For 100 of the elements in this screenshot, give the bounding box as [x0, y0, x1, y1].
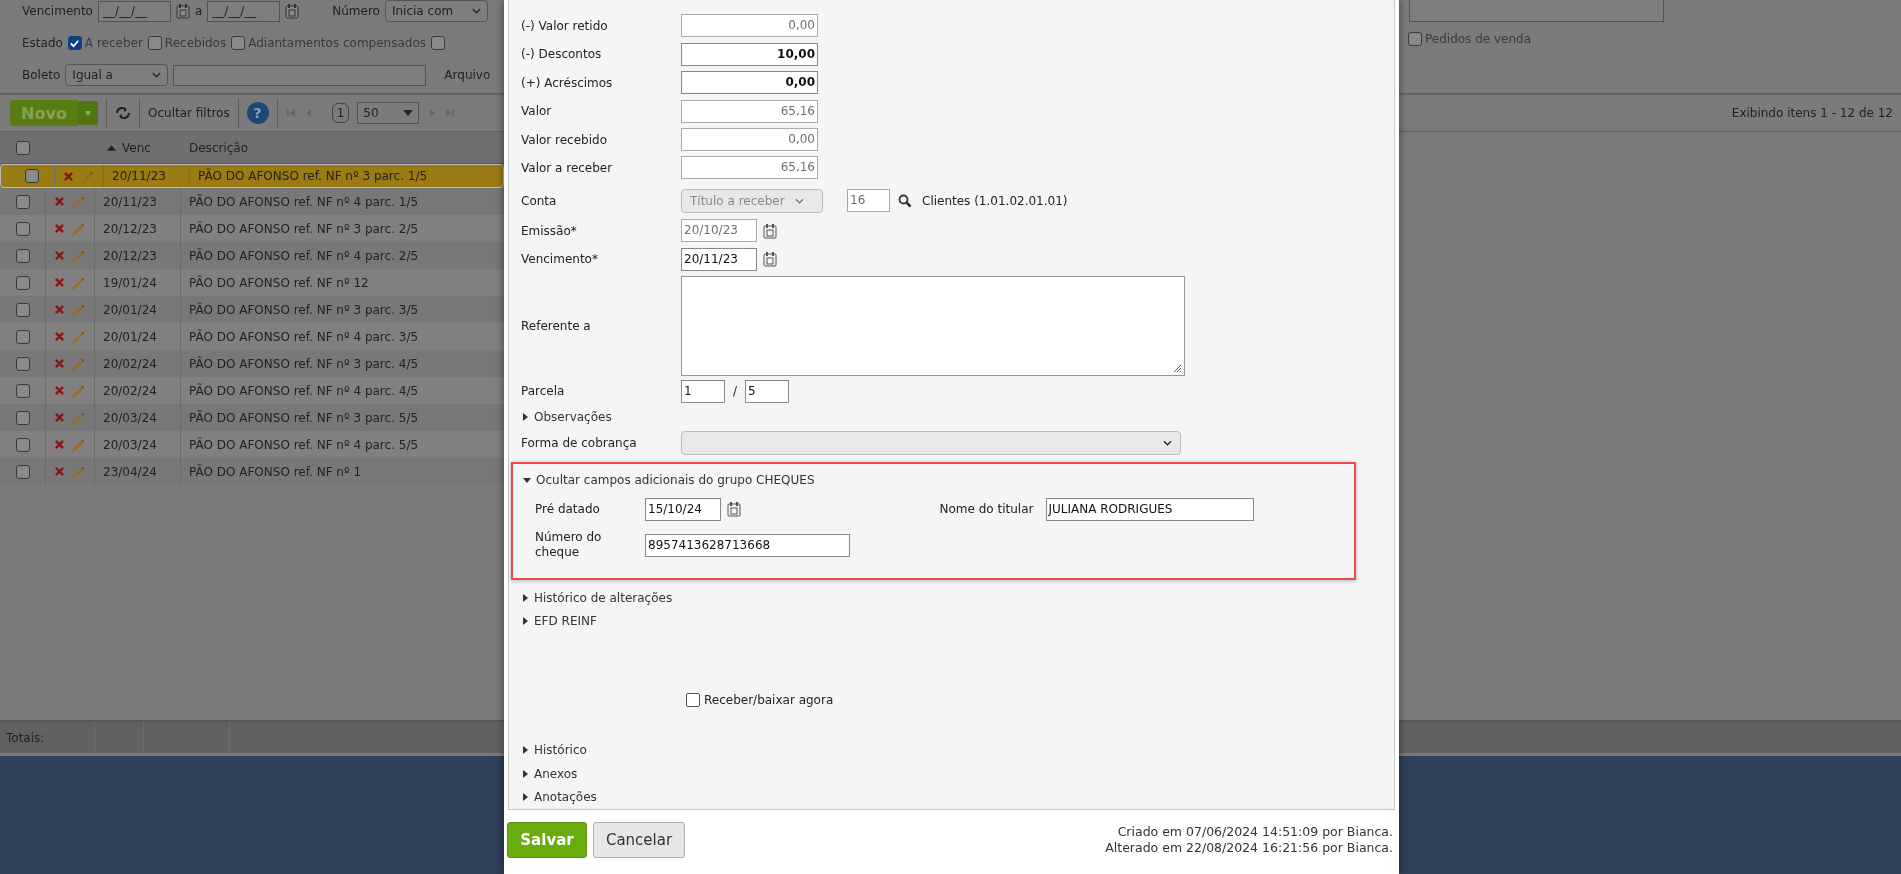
checkbox-label[interactable]: Receber/baixar agora	[704, 692, 834, 707]
collapse-arrow-icon[interactable]	[523, 476, 531, 485]
table-row[interactable]: 20/01/24 PÃO DO AFONSO ref. NF nº 4 parc. 3/5	[0, 323, 504, 350]
date-field[interactable]: __/__/__	[207, 0, 281, 22]
delete-icon[interactable]	[55, 278, 64, 287]
delete-icon[interactable]	[55, 467, 64, 476]
section-toggle[interactable]: Histórico	[534, 743, 587, 758]
checkbox[interactable]	[67, 36, 82, 50]
delete-icon[interactable]	[55, 197, 64, 206]
calendar-icon[interactable]	[175, 3, 190, 19]
checkbox[interactable]	[15, 302, 30, 317]
expand-arrow-icon[interactable]	[521, 746, 529, 755]
date-field[interactable]: 20/10/23	[681, 219, 757, 243]
table-row[interactable]: 19/01/24 PÃO DO AFONSO ref. NF nº 12	[0, 269, 504, 296]
checkbox[interactable]	[15, 356, 30, 371]
expand-arrow-icon[interactable]	[521, 769, 529, 778]
amount-field[interactable]: 0,00	[681, 128, 818, 151]
expand-arrow-icon[interactable]	[521, 793, 529, 802]
checkbox[interactable]	[15, 329, 30, 344]
text-field[interactable]	[173, 64, 427, 86]
help-button[interactable]: ?	[246, 102, 269, 124]
field-label: Emissão*	[521, 223, 578, 238]
cheque-number-field[interactable]: 8957413628713668	[645, 533, 850, 557]
calendar-icon[interactable]	[763, 222, 777, 239]
resize-grip-icon[interactable]	[1172, 363, 1182, 374]
save-button[interactable]: Salvar	[507, 822, 587, 858]
amount-field[interactable]: 0,00	[681, 71, 818, 95]
date-field[interactable]: 15/10/24	[645, 497, 721, 521]
checkbox[interactable]	[231, 36, 246, 50]
checkbox[interactable]	[147, 36, 162, 50]
page-size-select[interactable]: 50	[357, 102, 420, 124]
delete-icon[interactable]	[55, 305, 64, 314]
table-cell: 20/11/23	[103, 194, 157, 209]
section-toggle[interactable]: Ocultar campos adicionais do grupo CHEQUES	[536, 473, 815, 488]
section-toggle[interactable]: Anotações	[534, 790, 597, 805]
checkbox[interactable]	[15, 410, 30, 425]
table-row[interactable]: 20/03/24 PÃO DO AFONSO ref. NF nº 4 parc. 5/5	[0, 431, 504, 458]
delete-icon[interactable]	[55, 413, 64, 422]
checkbox[interactable]	[431, 36, 445, 50]
refresh-icon[interactable]	[115, 106, 131, 120]
column-header[interactable]: Descrição	[189, 140, 249, 155]
match-select[interactable]: Igual a	[65, 64, 169, 86]
checkbox[interactable]	[15, 248, 30, 263]
checkbox-label[interactable]: Pedidos de venda	[1425, 32, 1532, 46]
expand-arrow-icon[interactable]	[521, 593, 529, 602]
holder-name-field[interactable]: JULIANA RODRIGUES	[1045, 497, 1254, 521]
amount-field[interactable]: 65,16	[681, 156, 818, 180]
checkbox[interactable]	[15, 383, 30, 398]
search-icon[interactable]	[898, 193, 912, 208]
calendar-icon[interactable]	[285, 3, 300, 19]
checkbox[interactable]	[15, 437, 30, 452]
section-toggle[interactable]: Observações	[534, 410, 612, 425]
dropdown-caret-icon[interactable]	[78, 101, 98, 125]
checkbox-label[interactable]: A receber	[84, 36, 143, 50]
checkbox[interactable]	[686, 692, 700, 707]
date-field[interactable]: __/__/__	[97, 0, 171, 22]
match-select[interactable]: Inicia com	[384, 0, 488, 22]
delete-icon[interactable]	[64, 171, 73, 181]
column-header[interactable]: Venc	[122, 140, 151, 155]
cancel-button[interactable]: Cancelar	[593, 822, 685, 858]
page-number[interactable]: 1	[331, 103, 350, 123]
section-toggle[interactable]: EFD REINF	[534, 614, 597, 629]
amount-field[interactable]: 10,00	[681, 42, 818, 66]
installment-total-field[interactable]: 5	[745, 379, 790, 403]
amount-field[interactable]: 0,00	[681, 14, 818, 38]
checkbox-label[interactable]: Adiantamentos compensados	[248, 36, 426, 50]
checkbox[interactable]	[15, 275, 30, 290]
delete-icon[interactable]	[55, 386, 64, 395]
checkbox[interactable]	[15, 140, 30, 155]
expand-arrow-icon[interactable]	[521, 413, 529, 422]
checkbox[interactable]	[24, 169, 39, 183]
checkbox[interactable]	[15, 194, 30, 209]
table-row[interactable]: 20/12/23 PÃO DO AFONSO ref. NF nº 3 parc. 2/5	[0, 215, 504, 242]
item-count: Exibindo itens 1 - 12 de 12	[1731, 106, 1893, 120]
delete-icon[interactable]	[55, 332, 64, 341]
date-field[interactable]: 20/11/23	[681, 247, 757, 271]
account-type-select[interactable]: Título a receber	[681, 188, 823, 213]
amount-field[interactable]: 65,16	[681, 99, 818, 123]
table-row[interactable]: 20/11/23 PÃO DO AFONSO ref. NF nº 3 parc. 1/5	[0, 164, 504, 188]
delete-icon[interactable]	[55, 440, 64, 449]
installment-field[interactable]: 1	[681, 379, 725, 403]
section-toggle[interactable]: Histórico de alterações	[534, 590, 673, 605]
sort-up-icon[interactable]	[107, 144, 116, 151]
delete-icon[interactable]	[55, 224, 64, 233]
dropdown-triangle-icon[interactable]	[403, 110, 414, 116]
checkbox[interactable]	[15, 464, 30, 479]
delete-icon[interactable]	[55, 359, 64, 368]
checkbox[interactable]	[1408, 32, 1422, 46]
checkbox[interactable]	[15, 221, 30, 236]
calendar-icon[interactable]	[763, 251, 777, 267]
hide-filters-button[interactable]: Ocultar filtros	[148, 106, 230, 120]
account-code-field[interactable]: 16	[847, 189, 890, 213]
checkbox-label[interactable]: Recebidos	[164, 36, 227, 50]
delete-icon[interactable]	[55, 251, 64, 260]
expand-arrow-icon[interactable]	[521, 617, 529, 626]
table-row[interactable]: 20/02/24 PÃO DO AFONSO ref. NF nº 4 parc. 4/5	[0, 377, 504, 404]
text-field[interactable]	[1409, 0, 1664, 22]
calendar-icon[interactable]	[727, 501, 741, 518]
section-toggle[interactable]: Anexos	[534, 766, 578, 781]
chevron-down-icon[interactable]	[1163, 440, 1172, 447]
